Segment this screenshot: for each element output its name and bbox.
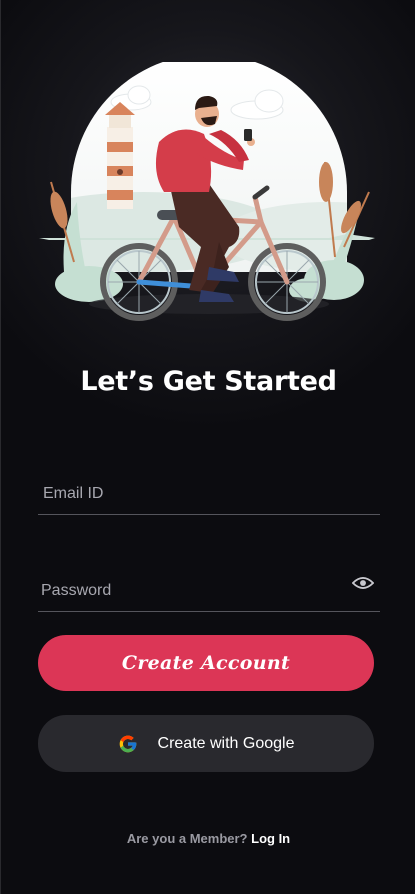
password-field[interactable] [38, 571, 380, 612]
email-input[interactable] [38, 474, 380, 514]
cyclist-illustration [39, 62, 375, 321]
member-question: Are you a Member? [126, 831, 248, 846]
password-input[interactable] [38, 571, 380, 611]
page-title: Let’s Get Started [80, 366, 337, 397]
eye-icon[interactable] [352, 575, 374, 591]
google-icon [119, 735, 136, 752]
create-account-button[interactable]: Create Account [38, 635, 374, 691]
login-link[interactable]: Log In [251, 831, 290, 846]
signup-screen: Let’s Get Started Create Account Create … [0, 0, 415, 894]
create-with-google-button[interactable]: Create with Google [38, 715, 374, 772]
login-prompt: Are you a Member? Log In [1, 831, 415, 846]
google-button-label: Create with Google [157, 734, 295, 752]
email-field[interactable] [38, 474, 380, 515]
